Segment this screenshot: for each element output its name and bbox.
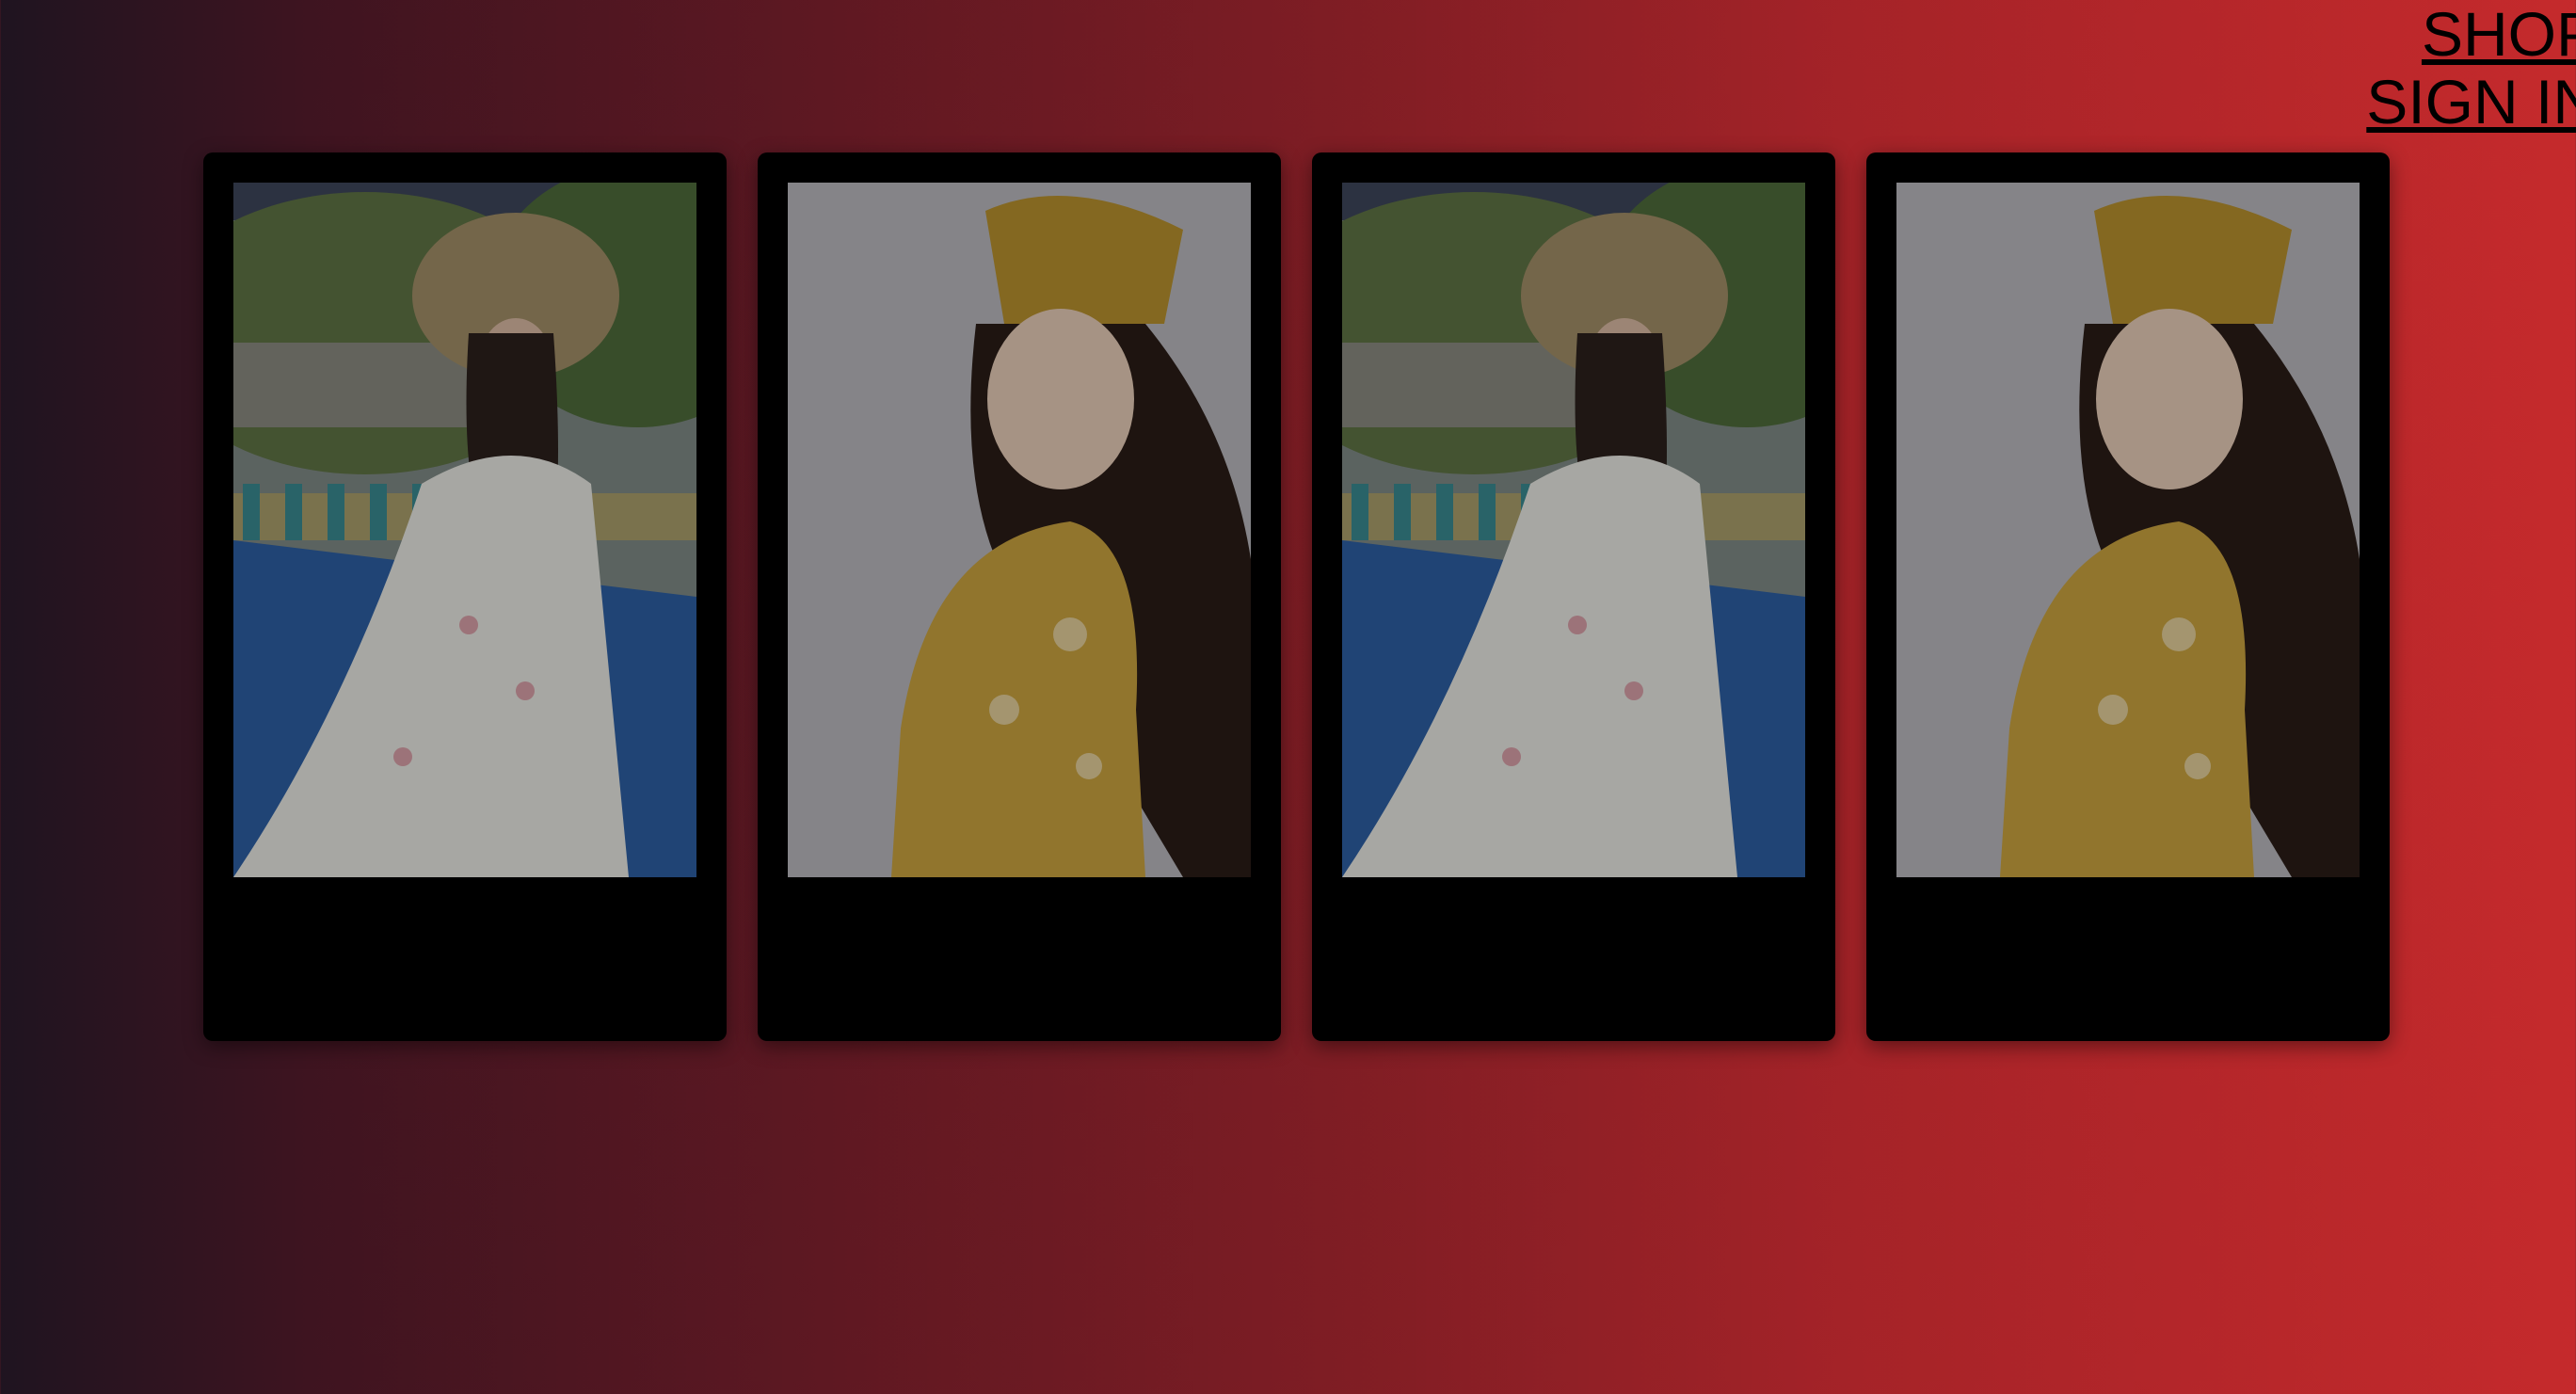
gallery-photo <box>1896 183 2360 877</box>
top-nav: SHOP SIGN IN <box>2353 0 2576 136</box>
sign-in-link[interactable]: SIGN IN <box>2353 68 2576 136</box>
shop-link[interactable]: SHOP <box>2353 0 2576 68</box>
gallery-photo <box>788 183 1251 877</box>
gallery-photo <box>1342 183 1805 877</box>
gallery-card[interactable] <box>758 152 1281 1041</box>
gallery-card[interactable] <box>203 152 727 1041</box>
gallery-card[interactable] <box>1866 152 2390 1041</box>
gallery-card[interactable] <box>1312 152 1835 1041</box>
photo-gallery <box>203 152 2390 1041</box>
gallery-photo <box>233 183 696 877</box>
